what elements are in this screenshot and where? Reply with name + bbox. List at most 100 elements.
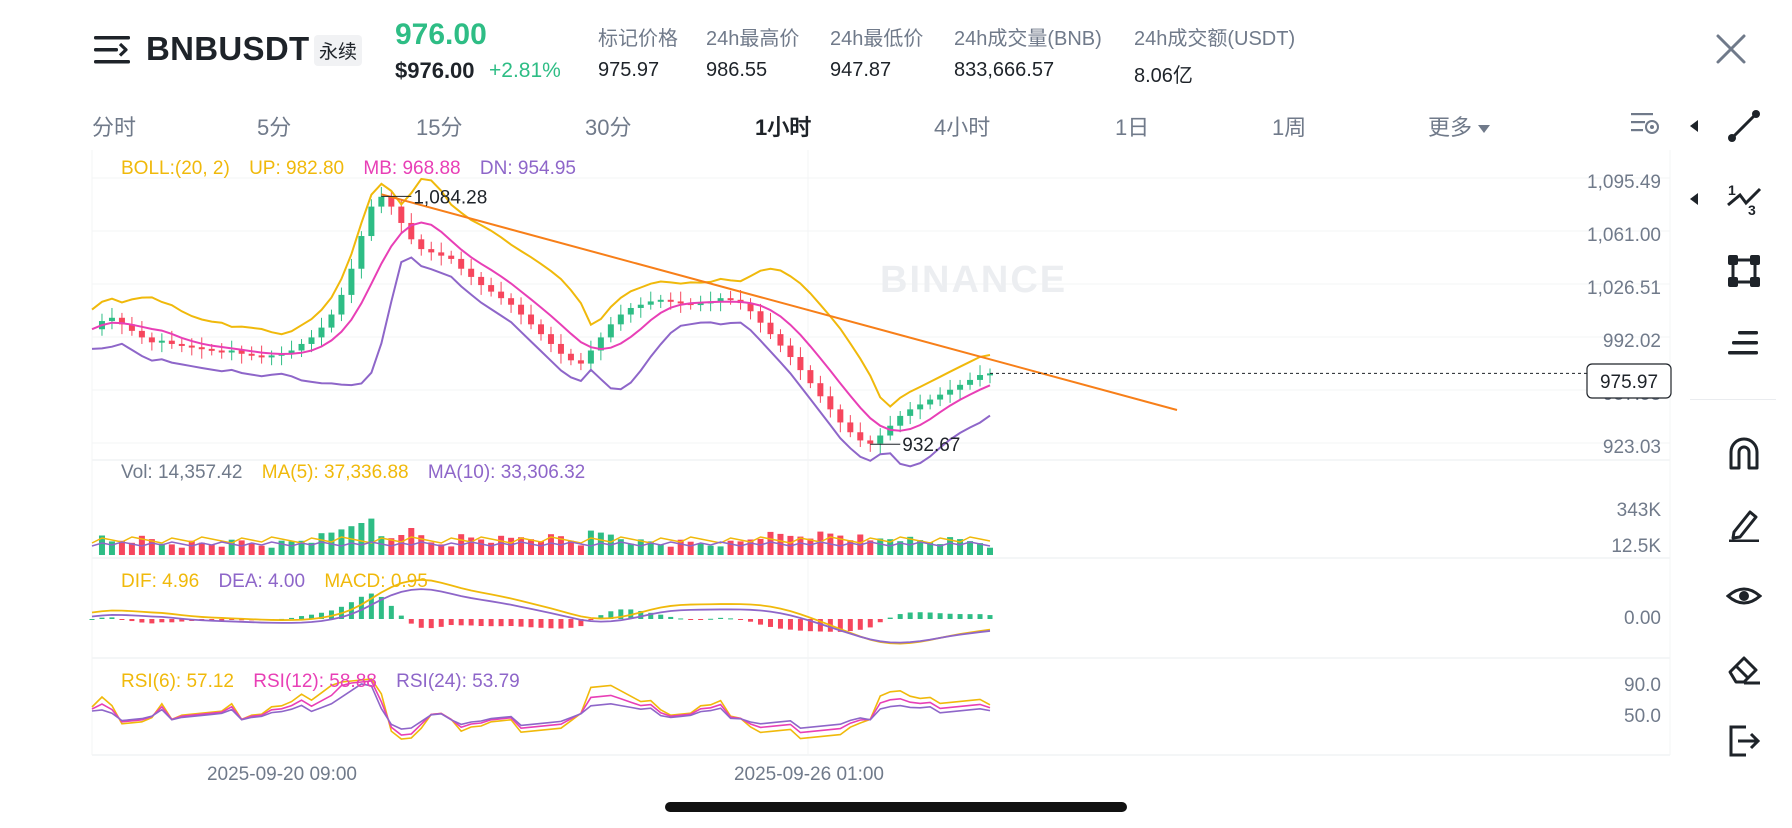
macd-bar [498,619,504,627]
candle-body [957,384,964,390]
volume-bar [188,540,195,555]
indicator-settings-icon[interactable] [1630,110,1660,136]
close-icon[interactable] [1712,30,1750,68]
volume-ma10: MA(10): 33,306.32 [427,462,586,483]
last-price: 976.00 [395,18,487,51]
volume-bar [757,538,764,555]
macd-bar [568,619,574,628]
macd-legend[interactable]: DIF: 4.96 DEA: 4.00 MACD: 0.95 [121,571,442,593]
expand-caret-icon[interactable] [1690,193,1698,205]
volume-bar [717,546,724,555]
macd-bar [867,619,873,628]
macd-bar [907,612,913,619]
price-axis-label: 1,061.00 [1587,225,1661,246]
candle-body [338,294,345,315]
candle-body [627,307,634,315]
candle-body [428,249,435,253]
magnet-tool[interactable] [1720,428,1768,476]
macd-bar [139,619,145,623]
candle-body [418,239,425,250]
home-indicator[interactable] [665,802,1127,812]
boll-dn-line [91,256,991,468]
tab-5m[interactable]: 5分 [257,110,291,142]
tab-1h[interactable]: 1小时 [755,110,811,142]
candle-body [897,415,904,426]
macd-bar [917,612,923,619]
macd-bar [558,619,564,629]
candle-body [498,291,505,299]
tab-time-sharing[interactable]: 分时 [92,110,136,142]
tab-more[interactable]: 更多 [1428,110,1491,142]
pencil-icon [1729,510,1759,542]
volume-bar [198,542,205,555]
tab-15m[interactable]: 15分 [416,110,462,142]
candles [98,186,993,454]
pencil-tool[interactable] [1720,500,1768,548]
tab-4h[interactable]: 4小时 [934,110,990,142]
rsi-6: RSI(6): 57.12 [121,671,234,692]
time-axis-label: 2025-09-26 01:00 [734,764,884,780]
volume-bar [987,547,993,555]
rectangle-tool[interactable] [1720,247,1768,295]
volume-bar [258,545,265,555]
fibonacci-icon: 1 3 [1727,182,1762,217]
trend-line-tool[interactable] [1720,102,1768,150]
candle-body [577,360,584,364]
boll-legend[interactable]: BOLL:(20, 2) UP: 982.80 MB: 968.88 DN: 9… [121,158,590,180]
candle-body [787,345,794,358]
macd-bar [977,614,983,619]
rsi-legend[interactable]: RSI(6): 57.12 RSI(12): 58.88 RSI(24): 53… [121,671,534,693]
candle-body [218,350,225,353]
contract-type-badge: 永续 [314,35,363,66]
candle-body [817,383,824,397]
tab-1w[interactable]: 1周 [1272,110,1306,142]
menu-lines-icon[interactable] [94,32,136,68]
eraser-tool[interactable] [1720,644,1768,692]
volume-ma5-line [91,536,991,544]
candle-body [348,268,355,295]
macd-bar [458,619,464,626]
macd-bar [388,605,394,619]
candle-body [557,343,564,354]
macd-axis-label: 0.00 [1624,608,1661,629]
macd-bar [847,619,853,632]
tab-1d[interactable]: 1日 [1115,110,1149,142]
volume-bar [528,539,535,555]
macd-bar [957,614,963,619]
macd-bar [448,619,454,626]
text-lines-tool[interactable] [1720,319,1768,367]
macd-bar [89,619,95,620]
boll-up-line [91,177,991,408]
volume-legend[interactable]: Vol: 14,357.42 MA(5): 37,336.88 MA(10): … [121,462,599,484]
candle-body [757,311,764,323]
candle-body [837,409,844,423]
macd-bar [408,619,414,624]
symbol-title[interactable]: BNBUSDT [146,30,309,68]
exit-tool[interactable] [1720,717,1768,765]
tab-30m[interactable]: 30分 [585,110,631,142]
boll-dn: DN: 954.95 [479,158,576,179]
candle-body [677,301,684,304]
volume-bar [358,523,365,555]
boll-mb: MB: 968.88 [363,158,461,179]
boll-title: BOLL:(20, 2) [121,158,230,179]
candle-body [268,355,275,358]
volume-bar [178,547,185,555]
macd-bar [109,617,115,619]
volume-bar [697,543,704,555]
candle-body [198,347,205,350]
candle-body [657,299,664,302]
candle-body [168,340,175,344]
macd-bar [119,619,125,620]
macd-bar [129,619,135,622]
expand-caret-icon[interactable] [1690,120,1698,132]
fibonacci-tool[interactable]: 1 3 [1720,175,1768,223]
visibility-tool[interactable] [1720,572,1768,620]
drawing-toolbar: 1 3 [1690,100,1792,790]
stat-value: 986.55 [706,59,768,81]
candle-body [298,343,305,351]
stat-value: 833,666.57 [954,59,1055,81]
stat-24h-volume: 24h成交量(BNB) 833,666.57 [954,22,1102,82]
candle-body [617,314,624,325]
macd-bar [528,619,534,628]
